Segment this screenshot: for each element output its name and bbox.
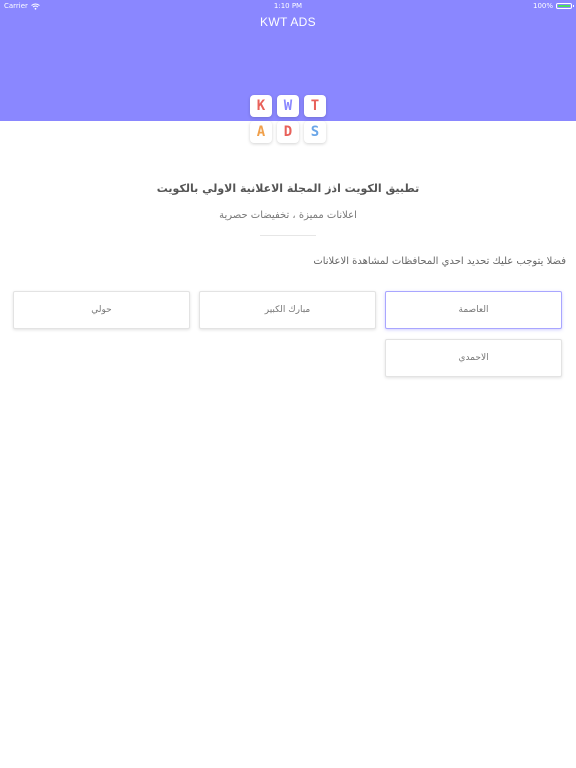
divider: [260, 235, 316, 236]
page-subtitle: اعلانات مميزة ، تخفيضات حصرية: [219, 210, 357, 221]
battery-icon: [556, 3, 574, 9]
logo-tile: T: [304, 95, 326, 117]
status-bar: Carrier 1:10 PM 100%: [0, 0, 576, 12]
logo-row-2: A D S: [250, 121, 326, 143]
instruction-text: فضلا يتوجب عليك تحديد احدي المحافظات لمش…: [313, 256, 566, 267]
governorate-button-ahmadi[interactable]: الاحمدي: [385, 339, 562, 377]
logo-row-1: K W T: [250, 95, 326, 117]
page-headline: تطبيق الكويت اذز المجلة الاعلانية الاولي…: [156, 182, 420, 195]
app-title: KWT ADS: [260, 15, 316, 29]
battery-percent: 100%: [532, 2, 553, 10]
governorate-button-hawalli[interactable]: حولي: [13, 291, 190, 329]
logo-tile: S: [304, 121, 326, 143]
logo-tile: A: [250, 121, 272, 143]
logo-tile: D: [277, 121, 299, 143]
logo-tile: K: [250, 95, 272, 117]
governorate-button-capital[interactable]: العاصمة: [385, 291, 562, 329]
clock: 1:10 PM: [273, 2, 303, 10]
governorate-button-mubarak-alkabeer[interactable]: مبارك الكبير: [199, 291, 376, 329]
logo-tile: W: [277, 95, 299, 117]
